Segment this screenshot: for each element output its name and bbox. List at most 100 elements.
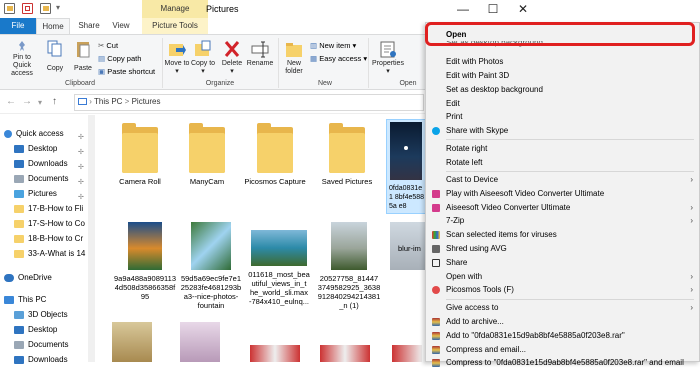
- menu-item-cast-to-device[interactable]: Cast to Device ›: [427, 173, 699, 187]
- menu-item-7zip[interactable]: 7-Zip ›: [427, 214, 699, 228]
- copy-to-button[interactable]: Copy to ▾: [190, 40, 216, 76]
- new-folder-quick-icon[interactable]: [40, 3, 51, 14]
- nav-folder-3[interactable]: 18-B-How to Cr: [4, 231, 88, 246]
- delete-button[interactable]: Delete ▾: [220, 40, 244, 76]
- folder-camera-roll[interactable]: Camera Roll: [105, 123, 175, 186]
- paste-shortcut-button[interactable]: ▣ Paste shortcut: [98, 65, 155, 78]
- image-file-5[interactable]: blur-im: [388, 222, 428, 270]
- chevron-right-icon: ›: [690, 216, 693, 225]
- image-thumbnail[interactable]: [180, 322, 220, 362]
- menu-item-set-desktop-background[interactable]: Set as desktop background: [427, 83, 699, 97]
- back-arrow-icon[interactable]: ←: [6, 96, 16, 107]
- image-thumbnail[interactable]: [392, 345, 422, 362]
- easy-access-button[interactable]: ▦ Easy access ▾: [310, 52, 367, 65]
- scissors-icon: ✂: [98, 41, 105, 50]
- nav-desktop-pc[interactable]: Desktop: [4, 322, 88, 337]
- properties-button[interactable]: Properties ▾: [370, 40, 406, 76]
- nav-documents-pc[interactable]: Documents: [4, 337, 88, 352]
- image-file-2[interactable]: 59d5a69ec9fe7e1 25283fe4681293b a3--nice…: [176, 222, 246, 310]
- menu-item-edit[interactable]: Edit: [427, 97, 699, 111]
- menu-item-add-archive[interactable]: Add to archive...: [427, 315, 699, 329]
- nav-quick-access[interactable]: Quick access: [4, 126, 88, 141]
- copy-path-button[interactable]: ▤ Copy path: [98, 52, 155, 65]
- menu-item-give-access[interactable]: Give access to ›: [427, 301, 699, 315]
- folder-picosmos-capture[interactable]: Picosmos Capture: [240, 123, 310, 186]
- menu-item-scan-viruses[interactable]: Scan selected items for viruses: [427, 228, 699, 242]
- chevron-down-icon: ▾: [175, 68, 179, 75]
- cut-button[interactable]: ✂ Cut: [98, 39, 155, 52]
- image-thumbnail[interactable]: [320, 345, 370, 362]
- paste-shortcut-icon: ▣: [98, 67, 106, 76]
- ribbon-separator: [368, 38, 369, 88]
- menu-item-play-aiseesoft[interactable]: Play with Aiseesoft Video Converter Ulti…: [427, 187, 699, 201]
- menu-item-add-rar[interactable]: Add to "0fda0831e15d9ab8bf4e5885a0f203e8…: [427, 329, 699, 343]
- breadcrumb-pictures[interactable]: Pictures: [132, 97, 161, 106]
- nav-3d-objects[interactable]: 3D Objects: [4, 307, 88, 322]
- up-arrow-icon[interactable]: ↑: [52, 96, 57, 107]
- tab-picture-tools[interactable]: Picture Tools: [142, 18, 208, 34]
- winrar-icon: [432, 359, 440, 367]
- copy-button[interactable]: Copy: [42, 40, 68, 73]
- nav-folder-2[interactable]: 17-S-How to Co: [4, 216, 88, 231]
- menu-item-compress-rar-email[interactable]: Compress to "0fda0831e15d9ab8bf4e5885a0f…: [427, 356, 699, 370]
- nav-folder-1[interactable]: 17-B-How to Fli: [4, 201, 88, 216]
- nav-tree: Quick access Desktop Downloads Documents…: [4, 126, 88, 367]
- folder-saved-pictures[interactable]: Saved Pictures: [312, 123, 382, 186]
- image-file-3[interactable]: 011618_most_bea utiful_views_in_t he_wor…: [244, 222, 314, 306]
- recent-chevron-icon[interactable]: ▾: [38, 98, 42, 107]
- nav-downloads[interactable]: Downloads: [4, 156, 88, 171]
- image-thumbnail[interactable]: [250, 345, 300, 362]
- tab-share[interactable]: Share: [74, 18, 104, 34]
- paste-button[interactable]: Paste: [70, 40, 96, 73]
- menu-item-edit-photos[interactable]: Edit with Photos: [427, 55, 699, 69]
- copy-path-icon: ▤: [98, 54, 106, 63]
- tab-file[interactable]: File: [0, 18, 36, 34]
- skype-icon: [432, 127, 440, 135]
- nav-pictures[interactable]: Pictures: [4, 186, 88, 201]
- nav-onedrive[interactable]: OneDrive: [4, 270, 88, 285]
- tab-home[interactable]: Home: [36, 18, 70, 34]
- menu-item-aiseesoft[interactable]: Aiseesoft Video Converter Ultimate ›: [427, 201, 699, 215]
- menu-item-compress-email[interactable]: Compress and email...: [427, 343, 699, 357]
- aiseesoft-icon: [432, 190, 440, 198]
- close-button[interactable]: ✕: [508, 0, 538, 18]
- breadcrumb-this-pc[interactable]: This PC: [94, 97, 122, 106]
- menu-item-shred-avg[interactable]: Shred using AVG: [427, 242, 699, 256]
- pin-icon: ✢: [78, 134, 84, 141]
- menu-item-edit-paint3d[interactable]: Edit with Paint 3D: [427, 69, 699, 83]
- new-item-button[interactable]: ▥ New item ▾: [310, 39, 367, 52]
- folder-manycam[interactable]: ManyCam: [172, 123, 242, 186]
- minimize-button[interactable]: —: [448, 0, 478, 18]
- desktop-icon: [14, 144, 24, 153]
- pin-quick-access-button[interactable]: Pin to Quick access: [2, 40, 42, 78]
- nav-desktop[interactable]: Desktop: [4, 141, 88, 156]
- rename-button[interactable]: Rename: [246, 40, 274, 68]
- selected-image-file[interactable]: 0fda0831e1 8bf4e5885a e8: [386, 119, 426, 214]
- copy-to-icon: [195, 40, 211, 56]
- image-file-4[interactable]: 20527758_81447 3749582925_3638 912840294…: [314, 222, 384, 310]
- nav-this-pc[interactable]: This PC: [4, 292, 88, 307]
- image-thumbnail[interactable]: [112, 322, 152, 362]
- folder-icon: [14, 204, 24, 213]
- new-folder-button[interactable]: New folder: [280, 40, 308, 76]
- move-to-button[interactable]: Move to ▾: [164, 40, 190, 76]
- forward-arrow-icon[interactable]: →: [22, 96, 32, 107]
- image-file-1[interactable]: 9a9a488a9089113 4d508d35866358f 95: [110, 222, 180, 301]
- rename-icon: [251, 41, 269, 58]
- menu-item-picosmos-tools[interactable]: Picosmos Tools (F) ›: [427, 283, 699, 297]
- menu-item-rotate-left[interactable]: Rotate left: [427, 156, 699, 170]
- nav-downloads-pc[interactable]: Downloads: [4, 352, 88, 367]
- menu-item-share[interactable]: Share: [427, 256, 699, 270]
- new-folder-icon: [286, 43, 302, 57]
- nav-folder-4[interactable]: 33-A-What is 14: [4, 246, 88, 261]
- menu-item-print[interactable]: Print: [427, 110, 699, 124]
- menu-item-share-skype[interactable]: Share with Skype: [427, 124, 699, 138]
- qat-customize-icon[interactable]: ▾: [56, 3, 60, 12]
- menu-item-open-with[interactable]: Open with ›: [427, 270, 699, 284]
- menu-item-rotate-right[interactable]: Rotate right: [427, 142, 699, 156]
- tab-view[interactable]: View: [106, 18, 136, 34]
- nav-documents[interactable]: Documents: [4, 171, 88, 186]
- winrar-icon: [432, 346, 440, 354]
- maximize-button[interactable]: ☐: [478, 0, 508, 18]
- properties-quick-icon[interactable]: [22, 3, 33, 14]
